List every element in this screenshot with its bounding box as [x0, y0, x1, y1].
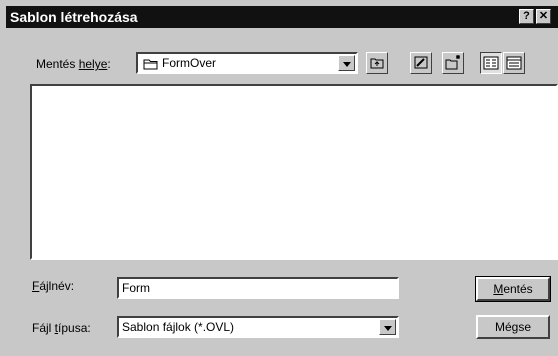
filetype-combobox[interactable]: Sablon fájlok (*.OVL) [117, 316, 399, 338]
file-list[interactable] [30, 84, 558, 260]
desktop-icon [414, 56, 428, 69]
list-view-button[interactable] [480, 52, 502, 74]
filename-value: Form [122, 281, 150, 295]
folder-icon [143, 59, 158, 70]
filename-input[interactable]: Form [117, 277, 399, 299]
title-bar: Sablon létrehozása ? ✕ [6, 6, 558, 28]
filetype-value: Sablon fájlok (*.OVL) [122, 320, 235, 334]
close-button[interactable]: ✕ [536, 9, 551, 24]
new-folder-icon [445, 55, 460, 70]
details-view-icon [506, 56, 522, 70]
filetype-dropdown-button[interactable] [379, 319, 396, 335]
filename-label: Fájlnév: [32, 279, 75, 293]
list-view-icon [483, 56, 499, 70]
up-one-level-button[interactable] [366, 52, 388, 74]
up-folder-icon [370, 58, 384, 69]
location-dropdown-button[interactable] [338, 55, 355, 71]
save-button[interactable]: Mentés [475, 276, 551, 302]
help-button[interactable]: ? [519, 9, 534, 24]
create-new-folder-button[interactable] [442, 52, 464, 74]
details-view-button[interactable] [503, 52, 525, 74]
save-template-dialog: Sablon létrehozása ? ✕ Mentés helye: For… [0, 0, 558, 356]
cancel-button[interactable]: Mégse [476, 315, 550, 339]
location-combobox[interactable]: FormOver [136, 52, 358, 74]
location-label: Mentés helye: [36, 57, 111, 71]
window-title: Sablon létrehozása [10, 9, 138, 25]
filetype-label: Fájl típusa: [32, 321, 91, 335]
go-to-desktop-button[interactable] [410, 52, 432, 74]
location-value: FormOver [162, 56, 216, 70]
